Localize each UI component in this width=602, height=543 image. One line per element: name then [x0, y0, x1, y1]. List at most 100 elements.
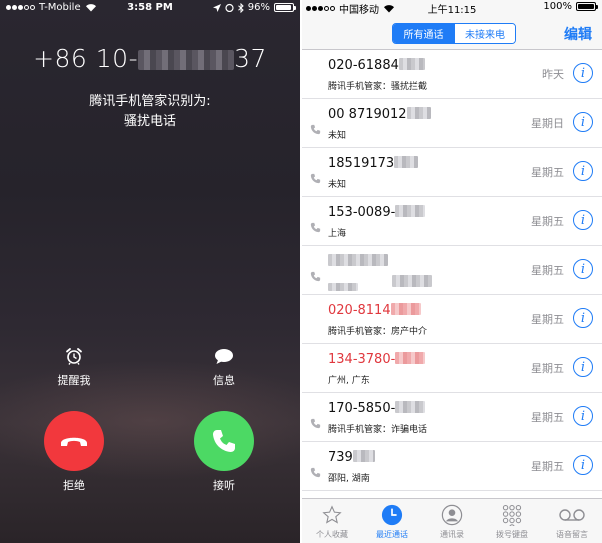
redacted-subtitle — [328, 283, 358, 291]
call-row[interactable]: 153-0089- 上海 星期五 i — [302, 197, 602, 246]
call-number — [328, 254, 388, 269]
call-row[interactable]: 739 邵阳, 湖南 星期五 i — [302, 442, 602, 491]
tab-label: 拨号键盘 — [496, 530, 528, 539]
segment-all-calls[interactable]: 所有通话 — [393, 24, 454, 43]
call-row[interactable]: 020-61884 腾讯手机管家：骚扰拦截 昨天 i — [302, 50, 602, 99]
call-filter-segmented-control: 所有通话 未接来电 — [392, 23, 516, 44]
location-icon — [212, 3, 221, 12]
call-subtitle: 未知 — [328, 131, 347, 141]
call-subtitle: 邵阳, 湖南 — [328, 474, 370, 484]
tab-label: 通讯录 — [440, 530, 464, 539]
call-date: 星期五 — [531, 166, 564, 179]
call-number-text: 020-61884 — [328, 58, 399, 73]
call-subtitle: 腾讯手机管家：诈骗电话 — [328, 425, 428, 435]
status-bar: T-Mobile 3:58 PM 96% — [6, 2, 296, 16]
call-row[interactable]: 170-5850- 腾讯手机管家：诈骗电话 星期五 i — [302, 393, 602, 442]
redacted-digits — [395, 401, 426, 413]
tab-keypad[interactable]: 拨号键盘 — [482, 499, 542, 543]
call-date: 星期五 — [531, 313, 564, 326]
star-icon — [322, 503, 342, 527]
accept-call-button[interactable] — [194, 411, 254, 471]
caller-number-suffix: 37 — [234, 44, 267, 73]
call-number: 134-3780- — [328, 352, 426, 367]
call-date: 星期五 — [531, 460, 564, 473]
call-row[interactable]: 00 8719012 未知 星期日 i — [302, 99, 602, 148]
info-icon[interactable]: i — [573, 112, 593, 132]
redacted-digits — [398, 58, 425, 70]
call-subtitle: 腾讯手机管家：骚扰拦截 — [328, 82, 428, 92]
status-right: 96% — [212, 2, 296, 13]
tab-label: 最近通话 — [376, 530, 408, 539]
hang-up-icon — [61, 437, 87, 446]
phone-outgoing-icon — [310, 169, 321, 188]
segment-missed-calls[interactable]: 未接来电 — [454, 24, 515, 43]
edit-button[interactable]: 编辑 — [564, 24, 592, 44]
contacts-icon — [441, 503, 463, 527]
caller-number-prefix: +86 10- — [33, 44, 139, 73]
tab-label: 个人收藏 — [316, 530, 348, 539]
info-icon[interactable]: i — [573, 63, 593, 83]
status-right: 100% — [543, 1, 598, 12]
voicemail-icon — [559, 503, 585, 527]
info-icon[interactable]: i — [573, 161, 593, 181]
identified-by-text: 腾讯手机管家识别为: — [89, 94, 211, 109]
info-icon[interactable]: i — [573, 406, 593, 426]
call-number-text: 739 — [328, 450, 353, 465]
call-date: 星期五 — [531, 362, 564, 375]
info-icon[interactable]: i — [573, 455, 593, 475]
call-date: 星期五 — [531, 264, 564, 277]
call-number-text: 170-5850- — [328, 401, 396, 416]
decline-call-button[interactable] — [44, 411, 104, 471]
call-row[interactable]: 星期五 i — [302, 246, 602, 295]
call-row[interactable]: 134-3780- 广州, 广东 星期五 i — [302, 344, 602, 393]
call-date: 昨天 — [542, 68, 564, 81]
battery-percent: 100% — [543, 1, 572, 12]
redacted-digits — [328, 254, 388, 266]
bluetooth-icon — [237, 2, 244, 13]
phone-outgoing-icon — [310, 218, 321, 237]
call-subtitle: 上海 — [328, 229, 347, 239]
info-icon[interactable]: i — [573, 210, 593, 230]
call-number: 020-61884 — [328, 58, 425, 73]
call-date: 星期五 — [531, 411, 564, 424]
call-number-text: 18519173 — [328, 156, 395, 171]
info-icon[interactable]: i — [573, 308, 593, 328]
alarm-clock-icon — [66, 348, 82, 365]
tab-clock[interactable]: 最近通话 — [362, 499, 422, 543]
redacted-digits — [406, 107, 431, 119]
call-subtitle — [328, 275, 432, 293]
battery-icon — [274, 3, 296, 12]
accept-label: 接听 — [213, 479, 235, 492]
decline-label: 拒绝 — [63, 479, 85, 492]
remind-me-label: 提醒我 — [57, 374, 91, 387]
caller-identification: 腾讯手机管家识别为: 骚扰电话 — [0, 92, 300, 132]
recent-calls-list: 020-61884 腾讯手机管家：骚扰拦截 昨天 i 00 8719012 未知 星期日 i 1… — [302, 50, 602, 491]
call-row[interactable]: 020-8114 腾讯手机管家：房产中介 星期五 i — [302, 295, 602, 344]
call-number: 153-0089- — [328, 205, 426, 220]
redacted-digits — [395, 205, 426, 217]
tab-label: 语音留言 — [556, 530, 588, 539]
info-icon[interactable]: i — [573, 357, 593, 377]
tab-contacts[interactable]: 通讯录 — [422, 499, 482, 543]
call-subtitle: 未知 — [328, 180, 347, 190]
call-subtitle: 广州, 广东 — [328, 376, 370, 386]
tab-bar: 个人收藏 最近通话 通讯录 拨号键盘 语音留言 — [302, 498, 602, 543]
battery-icon — [576, 2, 598, 11]
remind-me-button[interactable]: 提醒我 — [34, 346, 114, 388]
incoming-call-screen: T-Mobile 3:58 PM 96% +86 10- 37 腾讯手机管家识别为… — [0, 0, 300, 543]
message-button[interactable]: 信息 — [184, 346, 264, 388]
phone-icon — [213, 430, 235, 452]
tab-voicemail[interactable]: 语音留言 — [542, 499, 602, 543]
caller-number: +86 10- 37 — [0, 44, 300, 73]
call-date: 星期日 — [531, 117, 564, 130]
caller-label: 骚扰电话 — [123, 114, 176, 129]
tab-star[interactable]: 个人收藏 — [302, 499, 362, 543]
battery-fill — [276, 5, 292, 10]
info-icon[interactable]: i — [573, 259, 593, 279]
redacted-digits — [352, 450, 375, 462]
call-subtitle: 腾讯手机管家：房产中介 — [328, 327, 428, 337]
redacted-digits — [390, 303, 421, 315]
call-number-text: 153-0089- — [328, 205, 396, 220]
call-row[interactable]: 18519173 未知 星期五 i — [302, 148, 602, 197]
redacted-digits — [394, 156, 419, 168]
